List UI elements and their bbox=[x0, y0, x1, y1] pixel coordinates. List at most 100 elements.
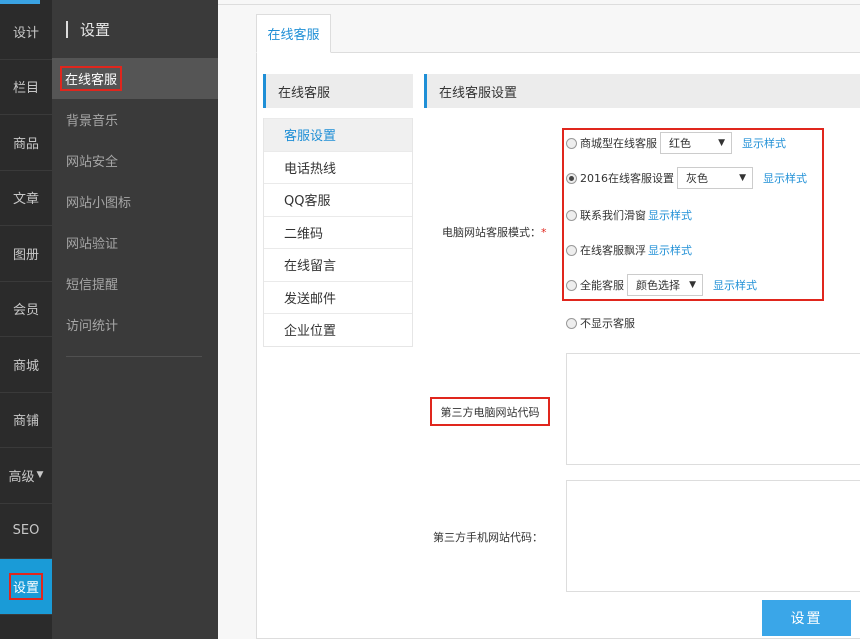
option-label: 全能客服 bbox=[580, 279, 624, 292]
radio-button[interactable] bbox=[566, 279, 577, 291]
pc-mode-label: 电脑网站客服模式：* bbox=[442, 224, 547, 240]
sidebar-item-label: 网站安全 bbox=[66, 155, 119, 170]
nav-item-articles[interactable]: 文章 bbox=[0, 171, 52, 226]
option-2016-service[interactable]: 2016在线客服设置 灰色 ▼ 显示样式 bbox=[566, 167, 807, 189]
settings-section-title: 在线客服设置 bbox=[424, 74, 860, 108]
tab-online-service[interactable]: 在线客服 bbox=[256, 14, 331, 53]
select-value: 红色 bbox=[669, 137, 691, 150]
nav-item-settings[interactable]: 设置 bbox=[0, 559, 52, 615]
sidebar-header: 设置 bbox=[52, 0, 218, 58]
third-party-pc-label-text: 第三方电脑网站代码 bbox=[440, 405, 540, 419]
sidebar-item-bg-music[interactable]: 背景音乐 bbox=[52, 99, 218, 140]
option-label: 不显示客服 bbox=[580, 317, 635, 330]
app-root: 设计 栏目 商品 文章 图册 会员 商城 商铺 高级 ▼ SEO 设置 设置 在线… bbox=[0, 0, 860, 639]
nav-item-albums[interactable]: 图册 bbox=[0, 226, 52, 282]
sub-item-location[interactable]: 企业位置 bbox=[264, 313, 412, 346]
sidebar-item-label: 访问统计 bbox=[66, 319, 119, 334]
sub-menu-title: 在线客服 bbox=[263, 74, 413, 108]
third-party-pc-code-input[interactable] bbox=[566, 353, 860, 465]
nav-item-design[interactable]: 设计 bbox=[0, 4, 52, 60]
radio-button-checked[interactable] bbox=[566, 172, 577, 184]
nav-item-columns[interactable]: 栏目 bbox=[0, 60, 52, 115]
nav-label: 商城 bbox=[12, 358, 39, 374]
sidebar-item-label: 网站小图标 bbox=[66, 196, 132, 211]
option-label: 2016在线客服设置 bbox=[580, 172, 674, 185]
sub-menu-list: 客服设置 电话热线 QQ客服 二维码 在线留言 发送邮件 企业位置 bbox=[263, 118, 413, 347]
radio-button[interactable] bbox=[566, 317, 577, 329]
sidebar-item-label: 短信提醒 bbox=[66, 278, 119, 293]
option-no-service[interactable]: 不显示客服 bbox=[566, 315, 635, 331]
dropdown-arrow-icon: ▼ bbox=[739, 173, 746, 183]
radio-button[interactable] bbox=[566, 209, 577, 221]
option-label: 商城型在线客服 bbox=[580, 137, 657, 150]
sidebar-item-label: 背景音乐 bbox=[66, 114, 119, 129]
nav-item-shops[interactable]: 商铺 bbox=[0, 393, 52, 448]
third-party-mobile-label: 第三方手机网站代码： bbox=[433, 529, 543, 545]
nav-label: 图册 bbox=[12, 247, 39, 263]
nav-label: 文章 bbox=[12, 192, 39, 208]
third-party-mobile-label-text: 第三方手机网站代码： bbox=[433, 531, 543, 544]
show-style-link[interactable]: 显示样式 bbox=[713, 277, 757, 293]
sub-item-qq[interactable]: QQ客服 bbox=[264, 183, 412, 216]
sidebar-item-stats[interactable]: 访问统计 bbox=[52, 304, 218, 345]
nav-item-products[interactable]: 商品 bbox=[0, 115, 52, 171]
nav-label: SEO bbox=[12, 523, 40, 539]
sidebar-item-label: 在线客服 bbox=[59, 66, 123, 91]
sidebar-item-sms[interactable]: 短信提醒 bbox=[52, 263, 218, 304]
sub-item-hotline[interactable]: 电话热线 bbox=[264, 150, 412, 183]
radio-button[interactable] bbox=[566, 244, 577, 256]
tab-label: 在线客服 bbox=[267, 28, 320, 43]
sidebar-item-favicon[interactable]: 网站小图标 bbox=[52, 181, 218, 222]
select-value: 灰色 bbox=[686, 172, 708, 185]
nav-item-seo[interactable]: SEO bbox=[0, 504, 52, 559]
sidebar-divider bbox=[66, 356, 202, 357]
main-content: 在线客服 在线客服 客服设置 电话热线 QQ客服 二维码 在线留言 发送邮件 企… bbox=[218, 0, 860, 639]
sub-item-qrcode[interactable]: 二维码 bbox=[264, 215, 412, 248]
show-style-link[interactable]: 显示样式 bbox=[742, 135, 786, 151]
show-style-link[interactable]: 显示样式 bbox=[648, 242, 692, 258]
sub-item-email[interactable]: 发送邮件 bbox=[264, 280, 412, 313]
option-contact-slide[interactable]: 联系我们滑窗 显示样式 bbox=[566, 207, 692, 223]
top-divider bbox=[218, 4, 860, 5]
dropdown-arrow-icon: ▼ bbox=[718, 138, 725, 148]
sidebar-title: 设置 bbox=[80, 20, 111, 39]
color-select[interactable]: 颜色选择 ▼ bbox=[627, 274, 703, 296]
third-party-mobile-code-input[interactable] bbox=[566, 480, 860, 592]
sidebar-item-online-service[interactable]: 在线客服 bbox=[52, 58, 218, 99]
settings-sidebar: 设置 在线客服 背景音乐 网站安全 网站小图标 网站验证 短信提醒 访问统计 bbox=[52, 0, 218, 639]
nav-label: 商品 bbox=[12, 136, 39, 152]
submit-settings-button[interactable]: 设置 bbox=[762, 600, 851, 636]
caret-down-icon: ▼ bbox=[36, 470, 44, 481]
pc-mode-label-text: 电脑网站客服模式： bbox=[442, 226, 541, 239]
sub-item-message[interactable]: 在线留言 bbox=[264, 248, 412, 281]
option-label: 在线客服飘浮 bbox=[580, 244, 646, 257]
third-party-pc-label: 第三方电脑网站代码 bbox=[430, 397, 550, 426]
nav-label: 商铺 bbox=[12, 414, 39, 430]
select-value: 颜色选择 bbox=[636, 279, 680, 292]
sidebar-header-bar bbox=[66, 20, 68, 38]
color-select[interactable]: 红色 ▼ bbox=[660, 132, 732, 154]
show-style-link[interactable]: 显示样式 bbox=[648, 207, 692, 223]
main-nav: 设计 栏目 商品 文章 图册 会员 商城 商铺 高级 ▼ SEO 设置 bbox=[0, 0, 52, 639]
option-mall-service[interactable]: 商城型在线客服 红色 ▼ 显示样式 bbox=[566, 132, 786, 154]
sidebar-item-label: 网站验证 bbox=[66, 237, 119, 252]
dropdown-arrow-icon: ▼ bbox=[689, 280, 696, 290]
nav-label: 高级 bbox=[8, 469, 35, 485]
option-all-round-service[interactable]: 全能客服 颜色选择 ▼ 显示样式 bbox=[566, 274, 757, 296]
sidebar-item-verification[interactable]: 网站验证 bbox=[52, 222, 218, 263]
option-floating-service[interactable]: 在线客服飘浮 显示样式 bbox=[566, 242, 692, 258]
color-select[interactable]: 灰色 ▼ bbox=[677, 167, 753, 189]
nav-label: 会员 bbox=[12, 303, 39, 319]
nav-item-members[interactable]: 会员 bbox=[0, 282, 52, 337]
required-mark: * bbox=[541, 226, 547, 239]
sub-item-service-settings[interactable]: 客服设置 bbox=[264, 118, 412, 151]
nav-label: 设计 bbox=[12, 25, 39, 41]
nav-label: 栏目 bbox=[12, 81, 39, 97]
nav-item-advanced[interactable]: 高级 ▼ bbox=[0, 448, 52, 504]
sidebar-item-security[interactable]: 网站安全 bbox=[52, 140, 218, 181]
nav-item-mall[interactable]: 商城 bbox=[0, 337, 52, 393]
option-label: 联系我们滑窗 bbox=[580, 209, 646, 222]
sub-menu: 在线客服 客服设置 电话热线 QQ客服 二维码 在线留言 发送邮件 企业位置 bbox=[263, 74, 413, 347]
show-style-link[interactable]: 显示样式 bbox=[763, 170, 807, 186]
radio-button[interactable] bbox=[566, 137, 577, 149]
